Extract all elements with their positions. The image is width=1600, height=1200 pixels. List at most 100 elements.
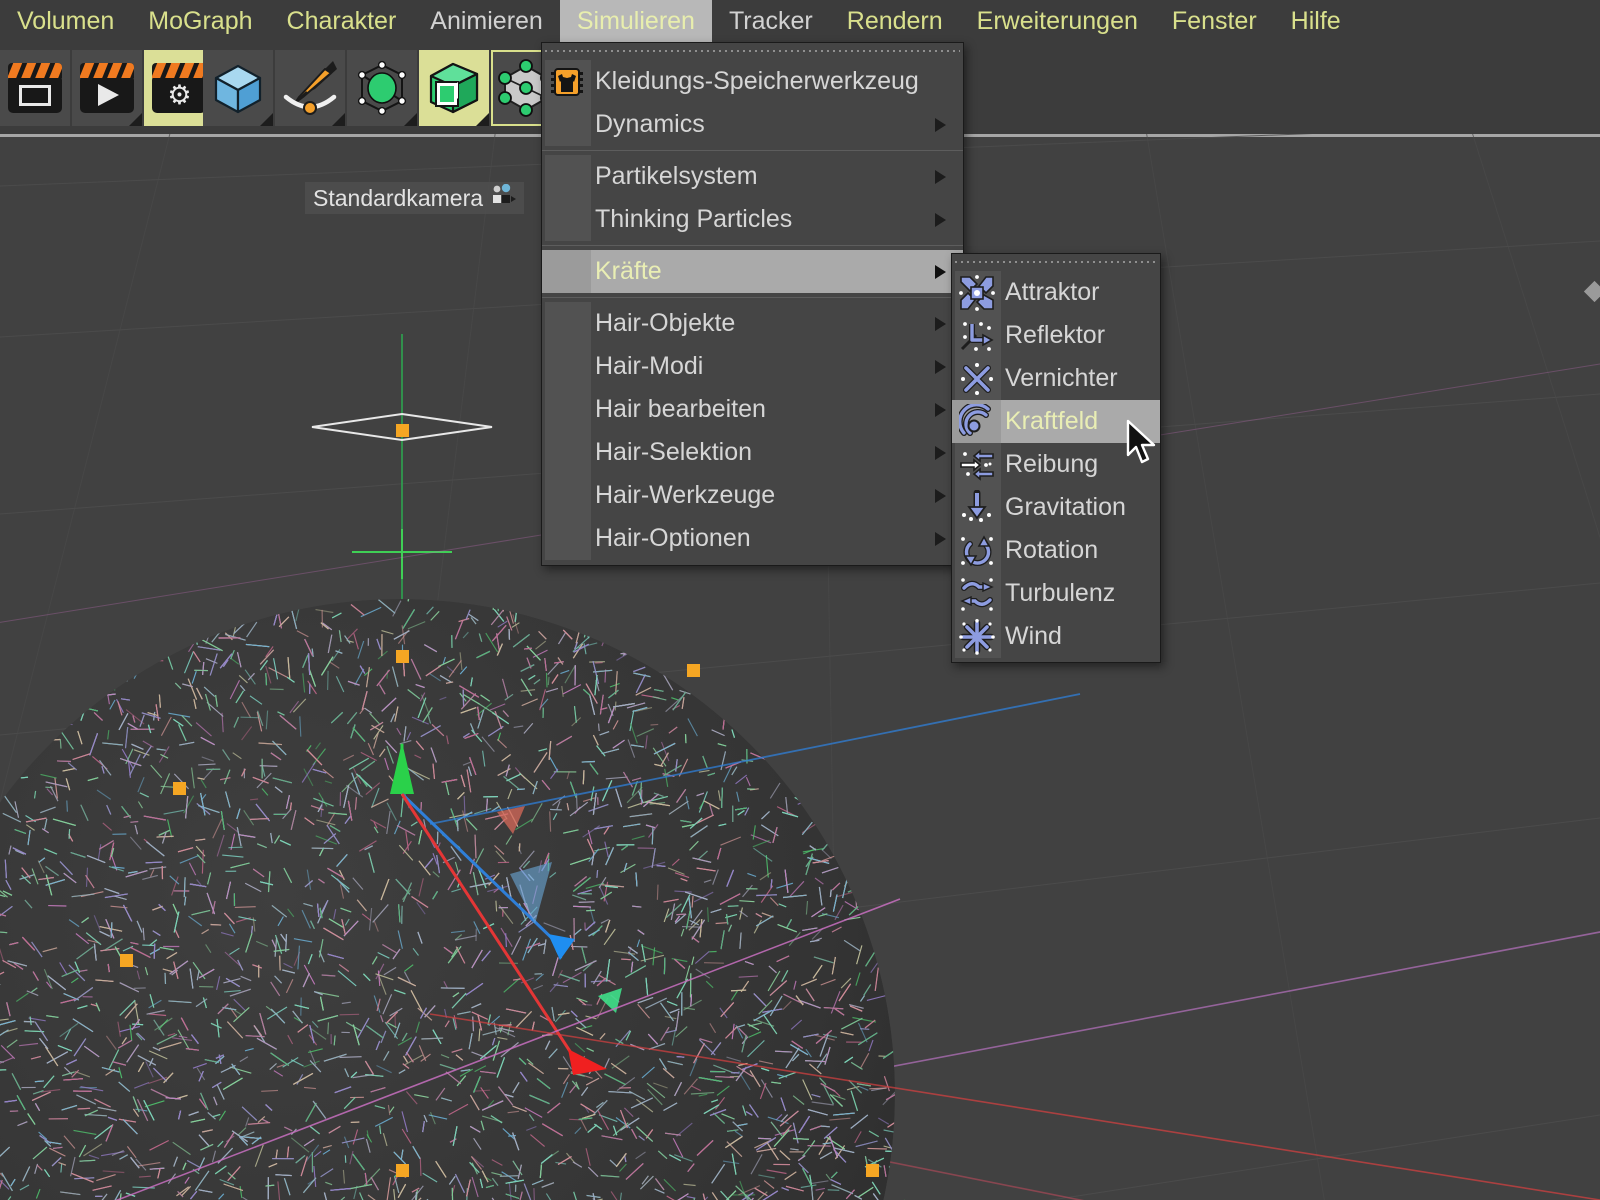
submenu-item-label: Reibung <box>1005 450 1099 478</box>
field-force-icon <box>952 400 1001 443</box>
green-cube-cage-icon <box>357 60 407 116</box>
viewport-edge-handle[interactable] <box>1578 280 1600 303</box>
menu-item-label: Kräfte <box>595 257 662 285</box>
menu-bar: Volumen MoGraph Charakter Animieren Simu… <box>0 0 1600 42</box>
menu-group: Kleidungs-Speicherwerkzeug Dynamics <box>542 60 963 146</box>
menu-item-icon-slot <box>542 250 591 293</box>
menu-item-label: Kleidungs-Speicherwerkzeug <box>595 67 919 95</box>
menu-group: Partikelsystem Thinking Particles <box>542 155 963 241</box>
submenu-item-label: Reflektor <box>1005 321 1106 349</box>
menu-tearoff-handle[interactable] <box>545 45 960 58</box>
menu-item-label: Hair bearbeiten <box>595 395 766 423</box>
submenu-item-label: Attraktor <box>1005 278 1100 306</box>
menu-item-dynamics[interactable]: Dynamics <box>542 103 963 146</box>
blue-cube-icon <box>214 64 262 114</box>
menubar-item-hilfe[interactable]: Hilfe <box>1274 0 1358 42</box>
menubar-item-mograph[interactable]: MoGraph <box>131 0 269 42</box>
menu-item-icon-slot <box>542 345 591 388</box>
menubar-item-tracker[interactable]: Tracker <box>712 0 830 42</box>
viewport-camera-label[interactable]: Standardkamera <box>305 182 525 214</box>
selection-handle[interactable] <box>866 1164 879 1177</box>
submenu-item-label: Gravitation <box>1005 493 1126 521</box>
menu-item-label: Thinking Particles <box>595 205 793 233</box>
toolbar-group-render: ⚙ <box>0 50 216 126</box>
selection-handle[interactable] <box>396 650 409 663</box>
submenu-item-gravitation[interactable]: Gravitation <box>952 486 1160 529</box>
menubar-item-charakter[interactable]: Charakter <box>270 0 414 42</box>
selection-handle[interactable] <box>396 1164 409 1177</box>
menubar-item-fenster[interactable]: Fenster <box>1155 0 1274 42</box>
menu-separator <box>542 293 963 302</box>
attractor-icon <box>952 271 1001 314</box>
submenu-item-label: Kraftfeld <box>1005 407 1099 435</box>
submenu-item-label: Wind <box>1005 622 1062 650</box>
submenu-item-kraftfeld[interactable]: Kraftfeld <box>952 400 1160 443</box>
menu-item-hair-modi[interactable]: Hair-Modi <box>542 345 963 388</box>
camera-label-text: Standardkamera <box>313 185 484 211</box>
submenu-item-attraktor[interactable]: Attraktor <box>952 271 1160 314</box>
wind-icon <box>952 615 1001 658</box>
generator-button[interactable] <box>347 50 417 126</box>
submenu-item-label: Turbulenz <box>1005 579 1116 607</box>
nurbs-button[interactable] <box>419 50 489 126</box>
chevron-right-icon <box>935 212 963 227</box>
menu-item-hair-werkzeuge[interactable]: Hair-Werkzeuge <box>542 474 963 517</box>
menu-item-hair-selektion[interactable]: Hair-Selektion <box>542 431 963 474</box>
submenu-item-vernichter[interactable]: Vernichter <box>952 357 1160 400</box>
render-view-button[interactable] <box>0 50 70 126</box>
simulieren-dropdown-menu: Kleidungs-Speicherwerkzeug Dynamics Part… <box>541 42 964 566</box>
camera-icon <box>490 182 517 214</box>
render-to-picture-button[interactable] <box>72 50 142 126</box>
submenu-group: Attraktor Reflektor Vernichter Kraftfeld… <box>952 271 1160 658</box>
submenu-item-reflektor[interactable]: Reflektor <box>952 314 1160 357</box>
pen-spline-icon <box>283 61 337 115</box>
menu-item-icon-slot <box>542 198 591 241</box>
selection-handle[interactable] <box>396 424 409 437</box>
selection-handle[interactable] <box>173 782 186 795</box>
menu-item-partikelsystem[interactable]: Partikelsystem <box>542 155 963 198</box>
gravity-icon <box>952 486 1001 529</box>
clapperboard-frame-icon <box>8 63 62 113</box>
menu-item-label: Hair-Selektion <box>595 438 753 466</box>
menubar-item-animieren[interactable]: Animieren <box>413 0 560 42</box>
menubar-item-erweiterungen[interactable]: Erweiterungen <box>960 0 1155 42</box>
selection-handle[interactable] <box>120 954 133 967</box>
menu-item-hair-objekte[interactable]: Hair-Objekte <box>542 302 963 345</box>
menu-item-label: Hair-Objekte <box>595 309 736 337</box>
menu-group: Kräfte <box>542 250 963 293</box>
menu-item-icon-slot <box>542 517 591 560</box>
submenu-item-label: Vernichter <box>1005 364 1118 392</box>
clapperboard-play-icon <box>80 63 134 113</box>
rotation-icon <box>952 529 1001 572</box>
submenu-item-wind[interactable]: Wind <box>952 615 1160 658</box>
menu-item-icon-slot <box>542 431 591 474</box>
application-window: Standardkamera ⚙ Volumen MoGraph Charakt… <box>0 0 1600 1200</box>
submenu-tearoff-handle[interactable] <box>955 256 1157 269</box>
submenu-item-rotation[interactable]: Rotation <box>952 529 1160 572</box>
submenu-item-label: Rotation <box>1005 536 1099 564</box>
menu-item-icon-slot <box>542 302 591 345</box>
menu-item-thinking-particles[interactable]: Thinking Particles <box>542 198 963 241</box>
submenu-item-reibung[interactable]: Reibung <box>952 443 1160 486</box>
menu-item-kleidungs-speicherwerkzeug[interactable]: Kleidungs-Speicherwerkzeug <box>542 60 963 103</box>
deflector-icon <box>952 314 1001 357</box>
menu-item-label: Hair-Werkzeuge <box>595 481 776 509</box>
menu-item-label: Partikelsystem <box>595 162 758 190</box>
menu-item-hair-bearbeiten[interactable]: Hair bearbeiten <box>542 388 963 431</box>
menu-item-hair-optionen[interactable]: Hair-Optionen <box>542 517 963 560</box>
selection-handle[interactable] <box>687 664 700 677</box>
green-open-cube-icon <box>429 62 479 114</box>
clapperboard-gear-icon: ⚙ <box>152 63 206 113</box>
menubar-item-simulieren[interactable]: Simulieren <box>559 0 712 42</box>
toolbar-group-objects <box>203 50 563 126</box>
menu-item-label: Dynamics <box>595 110 705 138</box>
menu-item-kraefte[interactable]: Kräfte <box>542 250 963 293</box>
primitives-button[interactable] <box>203 50 273 126</box>
chevron-right-icon <box>935 169 963 184</box>
spline-pen-button[interactable] <box>275 50 345 126</box>
menu-separator <box>542 241 963 250</box>
menubar-item-volumen[interactable]: Volumen <box>0 0 131 42</box>
menubar-item-rendern[interactable]: Rendern <box>830 0 960 42</box>
submenu-item-turbulenz[interactable]: Turbulenz <box>952 572 1160 615</box>
kraefte-submenu: Attraktor Reflektor Vernichter Kraftfeld… <box>951 253 1161 663</box>
